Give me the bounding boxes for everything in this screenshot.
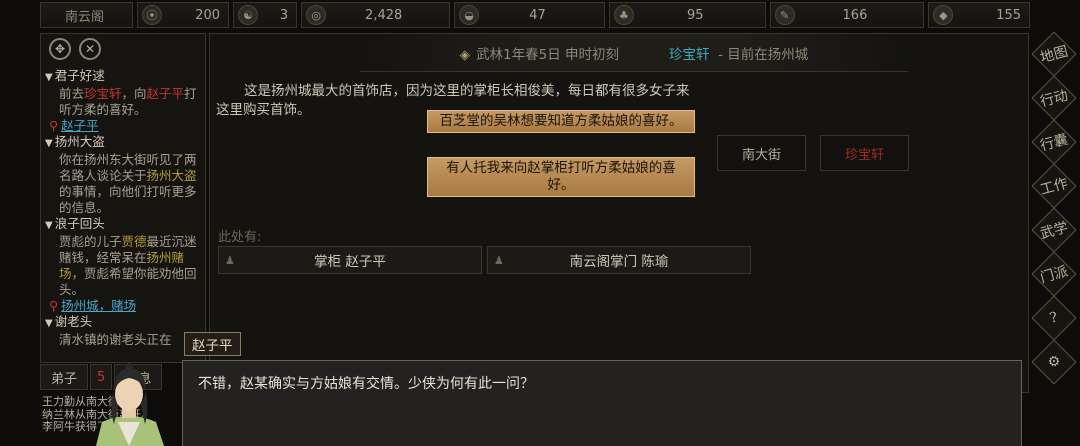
quest-item[interactable]: 君子好逑 前去珍宝轩，向赵子平打听方柔的喜好。 赵子平: [41, 68, 205, 134]
reputation-icon: ⦿: [142, 5, 163, 25]
quest-desc: 清水镇的谢老头正在: [59, 332, 172, 347]
current-location: 珍宝轩 - 目前在扬州城: [669, 46, 809, 63]
resource-ore: ◆ 155: [928, 2, 1030, 28]
resource-food: ◒ 47: [454, 2, 605, 28]
quest-location-link[interactable]: 赵子平: [45, 118, 201, 134]
close-icon[interactable]: ✕: [79, 38, 101, 60]
quest-item[interactable]: 扬州大盗 你在扬州东大街听见了两名路人谈论关于扬州大盗的事情，向他们打听更多的信…: [41, 134, 205, 216]
nav-current-location: 珍宝轩: [820, 135, 909, 171]
game-date: 武林1年春5日 申时初刻: [460, 43, 619, 63]
martial-arts-button[interactable]: 武学: [1033, 209, 1075, 251]
quest-desc: 贾彪的儿子贾德最近沉迷赌钱，经常呆在扬州赌场，贾彪希望你能劝他回头。: [59, 234, 197, 297]
action-button[interactable]: 行动: [1033, 77, 1075, 119]
npc-button[interactable]: ♟ 南云阁掌门 陈瑜: [487, 246, 751, 274]
dialog-box[interactable]: 不错，赵某确实与方姑娘有交情。少侠为何有此一问？: [182, 360, 1022, 446]
nav-south-street-button[interactable]: 南大街: [717, 135, 806, 171]
here-label: 此处有:: [218, 230, 262, 245]
scene-header: 武林1年春5日 申时初刻 珍宝轩 - 目前在扬州城: [360, 34, 908, 72]
tab-disciples[interactable]: 弟子: [40, 364, 89, 390]
resource-money: ◎ 2,428: [301, 2, 451, 28]
quest-title: 君子好逑: [45, 68, 201, 86]
focus-icon[interactable]: ✥: [49, 38, 71, 60]
resource-herb: ♣ 95: [608, 2, 766, 28]
resource-bar: 南云阁 ⦿ 200 ☯ 3 ◎ 2,428 ◒ 47 ♣ 95 ✎ 166 ◆ 155: [40, 2, 1030, 30]
quest-desc: 前去珍宝轩，向赵子平打听方柔的喜好。: [59, 86, 197, 117]
character-portrait: [96, 363, 164, 446]
herb-icon: ♣: [613, 5, 634, 25]
work-button[interactable]: 工作: [1033, 165, 1075, 207]
brush-icon: ✎: [774, 5, 795, 25]
scene-panel: 武林1年春5日 申时初刻 珍宝轩 - 目前在扬州城 这是扬州城最大的首饰店，因为…: [209, 33, 1029, 393]
inventory-button[interactable]: 行囊: [1033, 121, 1075, 163]
settings-button[interactable]: ⚙: [1033, 341, 1075, 383]
resource-yinyang: ☯ 3: [233, 2, 298, 28]
right-nav: 地图 行动 行囊 工作 武学 门派 ? ⚙: [1033, 33, 1078, 385]
quest-title: 谢老头: [45, 314, 201, 332]
quest-panel: ✥ ✕ 君子好逑 前去珍宝轩，向赵子平打听方柔的喜好。 赵子平 扬州大盗 你在扬…: [40, 33, 206, 363]
map-button[interactable]: 地图: [1033, 33, 1075, 75]
gear-icon: ⚙: [1045, 352, 1063, 372]
resource-reputation: ⦿ 200: [137, 2, 230, 28]
quest-title: 扬州大盗: [45, 134, 201, 152]
sect-name[interactable]: 南云阁: [40, 2, 134, 28]
speaker-name: 赵子平: [184, 332, 241, 356]
resource-brush: ✎ 166: [769, 2, 925, 28]
yinyang-icon: ☯: [238, 5, 259, 25]
dialog-choice-button[interactable]: 百芝堂的吴林想要知道方柔姑娘的喜好。: [427, 110, 695, 133]
ore-icon: ◆: [933, 5, 954, 25]
food-bowl-icon: ◒: [459, 5, 480, 25]
npc-button[interactable]: ♟ 掌柜 赵子平: [218, 246, 482, 274]
coin-icon: ◎: [306, 5, 327, 25]
help-button[interactable]: ?: [1033, 297, 1075, 339]
quest-item[interactable]: 浪子回头 贾彪的儿子贾德最近沉迷赌钱，经常呆在扬州赌场，贾彪希望你能劝他回头。 …: [41, 216, 205, 314]
dialog-text: 不错，赵某确实与方姑娘有交情。少侠为何有此一问？: [198, 376, 534, 392]
sect-button[interactable]: 门派: [1033, 253, 1075, 295]
quest-desc: 你在扬州东大街听见了两名路人谈论关于扬州大盗的事情，向他们打听更多的信息。: [59, 152, 197, 215]
person-icon: ♟: [494, 254, 504, 267]
quest-title: 浪子回头: [45, 216, 201, 234]
quest-item[interactable]: 谢老头 清水镇的谢老头正在: [41, 314, 205, 348]
person-icon: ♟: [225, 254, 235, 267]
dialog-choice-button[interactable]: 有人托我来向赵掌柜打听方柔姑娘的喜好。: [427, 157, 695, 197]
help-icon: ?: [1048, 309, 1060, 327]
quest-location-link[interactable]: 扬州城，赌场: [45, 298, 201, 314]
